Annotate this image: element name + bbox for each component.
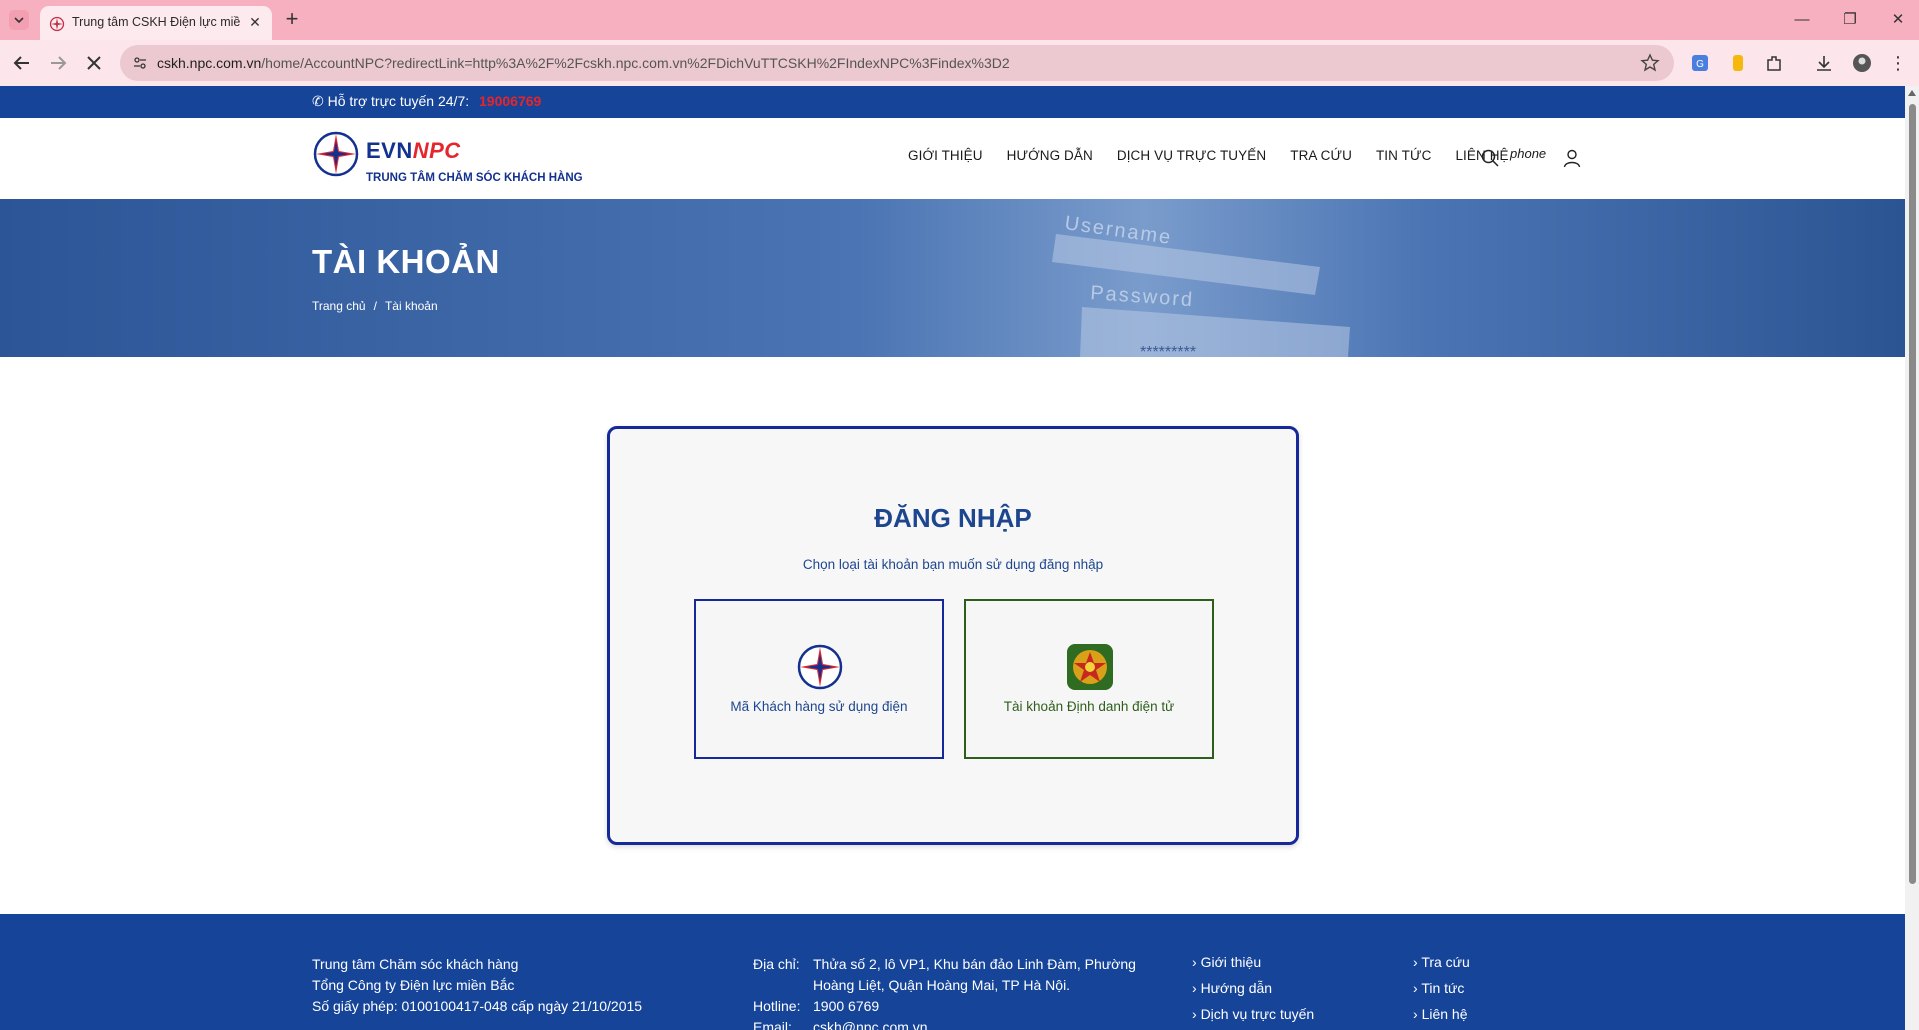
scrollbar-thumb[interactable] <box>1909 104 1916 884</box>
translate-icon[interactable]: G <box>1690 53 1710 73</box>
page-scrollbar[interactable] <box>1905 86 1919 1030</box>
page-banner: Username Password ********* TÀI KHOẢN Tr… <box>0 199 1905 357</box>
forward-arrow-icon[interactable] <box>46 51 70 75</box>
evn-logo-icon <box>797 644 843 690</box>
footer-links-col1: Giới thiệu Hướng dẫn Dịch vụ trực tuyến <box>1192 954 1315 1030</box>
footer-email-label: Email: <box>753 1019 792 1030</box>
phone-icon: ✆ <box>312 93 324 109</box>
site-footer: Trung tâm Chăm sóc khách hàng Tổng Công … <box>0 914 1905 1030</box>
footer-link-gioi-thieu[interactable]: Giới thiệu <box>1192 954 1314 970</box>
footer-link-lien-he[interactable]: Liên hệ <box>1413 1006 1470 1022</box>
footer-organization: Trung tâm Chăm sóc khách hàng Tổng Công … <box>312 954 642 1017</box>
extensions-puzzle-icon[interactable] <box>1764 53 1784 73</box>
support-text: ✆ Hỗ trợ trực tuyến 24/7: 19006769 <box>312 93 541 110</box>
stop-loading-icon[interactable] <box>82 51 106 75</box>
browser-toolbar: cskh.npc.com.vn/home/AccountNPC?redirect… <box>0 40 1919 86</box>
profile-avatar-icon[interactable] <box>1852 53 1872 73</box>
footer-link-tra-cuu[interactable]: Tra cứu <box>1413 954 1470 970</box>
nav-gioi-thieu[interactable]: GIỚI THIỆU <box>908 148 983 163</box>
footer-link-dich-vu[interactable]: Dịch vụ trực tuyến <box>1192 1006 1315 1022</box>
eid-login-option[interactable]: Tài khoản Định danh điện tử <box>964 599 1214 759</box>
breadcrumb-separator: / <box>373 299 377 313</box>
browser-menu-icon[interactable]: ⋮ <box>1888 53 1908 73</box>
tab-title: Trung tâm CSKH Điện lực miền <box>72 15 240 29</box>
svg-text:Password: Password <box>1090 282 1195 311</box>
login-title: ĐĂNG NHẬP <box>874 503 1032 533</box>
eid-login-label: Tài khoản Định danh điện tử <box>1003 699 1175 714</box>
nav-dich-vu-truc-tuyen[interactable]: DỊCH VỤ TRỰC TUYẾN <box>1117 148 1266 163</box>
chevron-down-icon <box>14 17 24 24</box>
nav-huong-dan[interactable]: HƯỚNG DẪN <box>1007 148 1093 163</box>
page-title: TÀI KHOẢN <box>312 243 500 280</box>
phone-text: phone <box>1510 146 1547 161</box>
close-window-button[interactable]: ✕ <box>1884 8 1912 32</box>
footer-hotline-label: Hotline: <box>753 998 801 1014</box>
download-icon[interactable] <box>1814 53 1834 73</box>
footer-contact: Địa chỉ: Thửa số 2, lô VP1, Khu bán đảo L… <box>753 954 1153 1030</box>
logo-subtitle: TRUNG TÂM CHĂM SÓC KHÁCH HÀNG <box>366 172 583 184</box>
footer-links-col2: Tra cứu Tin tức Liên hệ <box>1413 954 1470 1030</box>
search-icon[interactable] <box>1480 148 1500 168</box>
breadcrumb: Trang chủ / Tài khoản <box>312 299 438 313</box>
tab-search-button[interactable] <box>9 10 29 30</box>
svg-text:G: G <box>1696 59 1704 70</box>
footer-email[interactable]: cskh@npc.com.vn <box>813 1017 1153 1030</box>
user-account-icon[interactable] <box>1562 148 1582 168</box>
restore-button[interactable]: ❐ <box>1836 8 1864 32</box>
extension-yellow-icon[interactable] <box>1728 53 1748 73</box>
footer-link-tin-tuc[interactable]: Tin tức <box>1413 980 1470 996</box>
customer-code-login-label: Mã Khách hàng sử dụng điện <box>730 699 908 714</box>
url-text[interactable]: cskh.npc.com.vn/home/AccountNPC?redirect… <box>157 55 1010 71</box>
login-card: ĐĂNG NHẬP Chọn loại tài khoản bạn muốn s… <box>607 426 1299 845</box>
back-arrow-icon[interactable] <box>10 51 34 75</box>
support-bar: ✆ Hỗ trợ trực tuyến 24/7: 19006769 <box>0 86 1905 118</box>
site-header: EVNNPC TRUNG TÂM CHĂM SÓC KHÁCH HÀNG GIỚ… <box>0 118 1905 199</box>
footer-parent-org: Tổng Công ty Điện lực miền Bắc <box>312 977 515 993</box>
logo-wordmark: EVNNPC <box>366 138 461 163</box>
browser-tab-strip: Trung tâm CSKH Điện lực miền ✕ + — ❐ ✕ <box>0 0 1919 40</box>
browser-tab-active[interactable]: Trung tâm CSKH Điện lực miền ✕ <box>40 6 272 40</box>
evn-logo-icon <box>313 131 359 177</box>
login-subtitle: Chọn loại tài khoản bạn muốn sử dụng đăn… <box>802 557 1104 572</box>
nav-tra-cuu[interactable]: TRA CỨU <box>1290 148 1352 163</box>
site-info-icon[interactable] <box>132 55 148 71</box>
address-bar[interactable]: cskh.npc.com.vn/home/AccountNPC?redirect… <box>120 45 1674 81</box>
footer-hotline[interactable]: 1900 6769 <box>813 996 1153 1017</box>
main-nav: GIỚI THIỆU HƯỚNG DẪN DỊCH VỤ TRỰC TUYẾN … <box>908 148 1533 163</box>
footer-address-label: Địa chỉ: <box>753 956 800 972</box>
footer-link-huong-dan[interactable]: Hướng dẫn <box>1192 980 1314 996</box>
breadcrumb-home[interactable]: Trang chủ <box>312 299 366 313</box>
footer-org-name: Trung tâm Chăm sóc khách hàng <box>312 956 519 972</box>
police-emblem-icon <box>1067 644 1113 690</box>
customer-code-login-option[interactable]: Mã Khách hàng sử dụng điện <box>694 599 944 759</box>
nav-tin-tuc[interactable]: TIN TỨC <box>1376 148 1431 163</box>
close-tab-icon[interactable]: ✕ <box>247 14 263 30</box>
minimize-button[interactable]: — <box>1788 8 1816 32</box>
new-tab-button[interactable]: + <box>280 8 304 32</box>
footer-address: Thửa số 2, lô VP1, Khu bán đảo Linh Đàm,… <box>813 956 1136 993</box>
scroll-up-arrow-icon[interactable] <box>1908 90 1916 96</box>
evn-favicon-icon <box>49 16 65 32</box>
bookmark-star-icon[interactable] <box>1640 53 1660 73</box>
breadcrumb-current: Tài khoản <box>384 299 438 313</box>
support-label: Hỗ trợ trực tuyến 24/7: <box>327 93 470 109</box>
web-page: ✆ Hỗ trợ trực tuyến 24/7: 19006769 EVNNP… <box>0 86 1905 1030</box>
footer-license: Số giấy phép: 0100100417-048 cấp ngày 21… <box>312 998 643 1014</box>
support-hotline[interactable]: 19006769 <box>479 93 541 109</box>
evnnpc-logo[interactable]: EVNNPC TRUNG TÂM CHĂM SÓC KHÁCH HÀNG <box>312 130 612 186</box>
svg-text:*********: ********* <box>1140 344 1196 357</box>
login-form-illustration: Username Password ********* <box>1052 212 1350 357</box>
